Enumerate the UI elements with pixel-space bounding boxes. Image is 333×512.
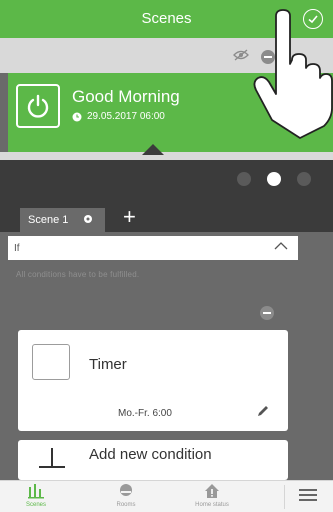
pointer-notch [142,144,164,155]
gear-icon[interactable] [82,213,94,228]
condition-card-timer[interactable]: Timer Mo.-Fr. 6:00 [18,330,288,431]
add-condition-label: Add new condition [89,446,212,463]
chevron-up-icon[interactable] [274,241,288,254]
clock-view-icon[interactable] [267,172,281,186]
nav-item-home-status[interactable]: Home status [182,483,242,508]
view-mode-icon[interactable] [237,172,251,186]
bottom-nav: Scenes Rooms Home status [0,480,333,512]
condition-schedule: Mo.-Fr. 6:00 [118,408,172,419]
checkbox[interactable] [32,344,70,380]
add-condition-card[interactable]: Add new condition [18,440,288,480]
menu-icon[interactable] [299,489,317,501]
power-icon[interactable] [16,84,60,128]
pointing-hand-icon [253,9,333,139]
section-header-if[interactable]: If [8,236,298,260]
divider [0,152,333,160]
scenes-icon [28,484,44,499]
add-condition-icon-base [39,466,65,468]
moon-view-icon[interactable] [297,172,311,186]
nav-label: Rooms [116,502,136,508]
tab-scene-1[interactable]: Scene 1 [20,208,105,232]
scene-datetime-text: 29.05.2017 06:00 [87,111,165,122]
home-alert-icon [205,484,219,498]
condition-title: Timer [89,356,127,373]
add-tab-button[interactable]: + [123,205,136,229]
scene-name: Good Morning [72,87,180,106]
tab-label: Scene 1 [28,214,69,226]
section-title: If [14,242,20,254]
nav-label: Home status [195,502,229,508]
nav-item-rooms[interactable]: Rooms [96,483,156,508]
remove-condition-icon[interactable] [260,306,274,320]
conditions-hint: All conditions have to be fulfilled. [16,270,140,279]
nav-item-scenes[interactable]: Scenes [6,483,66,508]
rooms-icon [120,484,132,496]
add-condition-icon [51,448,53,466]
pencil-icon[interactable] [256,404,270,423]
divider [284,485,285,509]
scene-datetime: 29.05.2017 06:00 [72,111,165,122]
clock-icon [72,112,82,121]
nav-label: Scenes [25,502,46,508]
visibility-off-icon[interactable] [233,48,249,66]
